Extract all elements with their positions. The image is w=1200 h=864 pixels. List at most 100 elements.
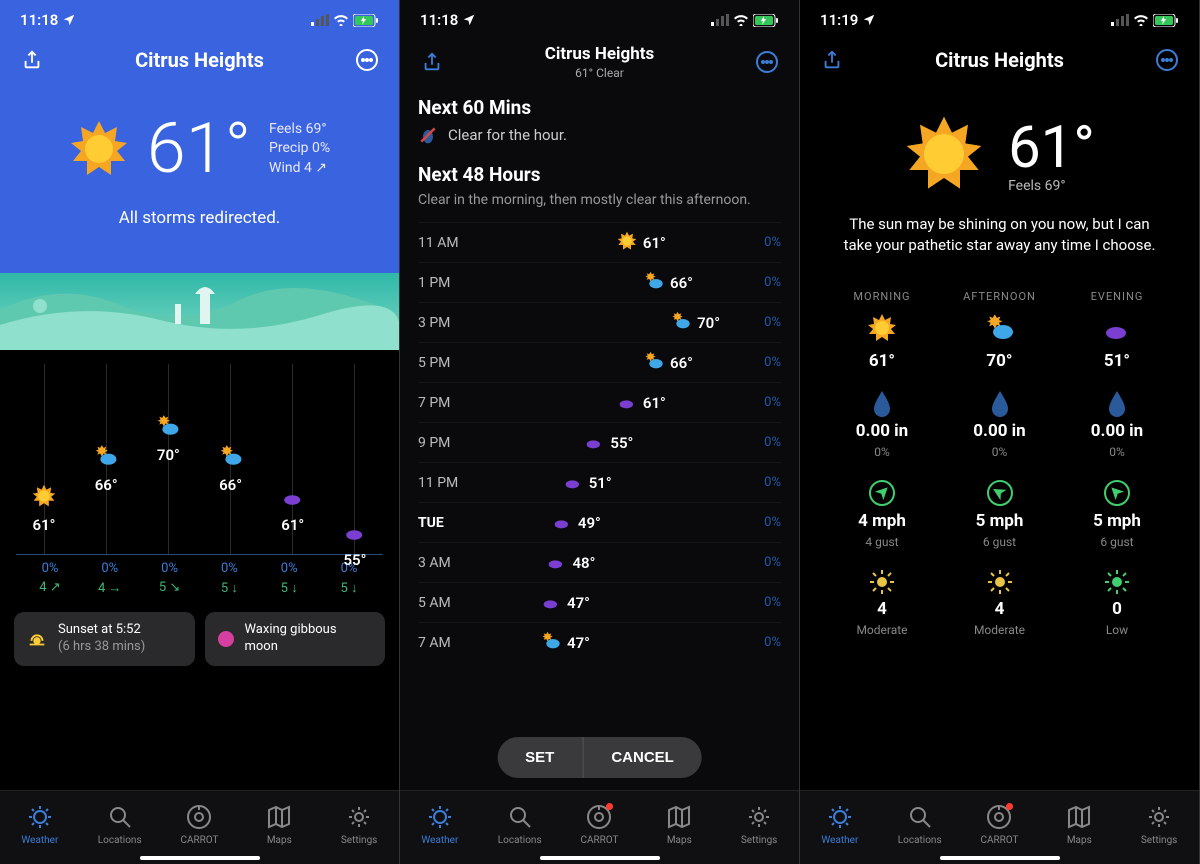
hour-precip: 0% — [142, 561, 198, 576]
daypart-grid: MORNINGAFTERNOONEVENING 61°70°51° 0.00 i… — [820, 290, 1179, 637]
tab-carrot[interactable]: CARROT — [160, 797, 240, 852]
more-button[interactable] — [1151, 44, 1183, 76]
forecast-row[interactable]: 7 PM 61° 0% — [418, 382, 781, 422]
tab-carrot[interactable]: CARROT — [560, 797, 640, 852]
weather-icon — [671, 311, 691, 335]
forecast-row[interactable]: 5 PM 66° 0% — [418, 342, 781, 382]
maps-icon — [666, 804, 692, 833]
raindrop-icon — [1106, 391, 1128, 417]
daypart-uv-cell[interactable]: 0Low — [1067, 569, 1167, 637]
more-button[interactable] — [751, 46, 783, 78]
daypart-temp-cell[interactable]: 61° — [832, 313, 932, 371]
wind-direction-icon — [986, 479, 1014, 507]
weather-icon — [541, 591, 561, 615]
row-temp: 66° — [670, 274, 693, 292]
sunset-card[interactable]: Sunset at 5:52 (6 hrs 38 mins) — [14, 612, 195, 666]
battery-icon — [1153, 14, 1179, 27]
cell-value: 4 — [877, 599, 887, 619]
row-temp: 70° — [697, 314, 720, 332]
current-conditions: 61° Feels 69° — [820, 114, 1179, 194]
row-temp: 51° — [589, 474, 612, 492]
sunset-icon — [26, 628, 48, 650]
tab-locations[interactable]: Locations — [880, 797, 960, 852]
daypart-uv-cell[interactable]: 4 Moderate — [950, 569, 1050, 637]
hour-column[interactable]: 61° — [265, 364, 321, 554]
settings-icon — [346, 804, 372, 833]
weather-icon — [281, 484, 305, 512]
status-time: 11:18 — [420, 11, 458, 29]
more-button[interactable] — [351, 44, 383, 76]
wifi-icon — [333, 14, 349, 26]
forecast-row[interactable]: 1 PM 66° 0% — [418, 262, 781, 302]
cancel-button[interactable]: CANCEL — [583, 737, 702, 778]
hour-column[interactable]: 55° — [327, 364, 383, 554]
weather-icon — [985, 313, 1015, 347]
daypart-precip-cell[interactable]: 0.00 in0% — [1067, 391, 1167, 459]
hourly-forecast[interactable]: 11 AM1 PM3 PM5 PM7 PM9 PM 61°66°70°66°61… — [0, 328, 399, 606]
daypart-wind-cell[interactable]: 5 mph6 gust — [1067, 479, 1167, 549]
weather-icon — [644, 271, 664, 295]
daypart-wind-cell[interactable]: 5 mph6 gust — [950, 479, 1050, 549]
weather-icon — [644, 351, 664, 375]
cell-value: 5 mph — [1093, 511, 1141, 531]
tab-weather[interactable]: Weather — [0, 797, 80, 852]
tab-settings[interactable]: Settings — [719, 797, 799, 852]
tab-maps[interactable]: Maps — [1039, 797, 1119, 852]
tab-label: Settings — [741, 835, 778, 846]
forecast-row[interactable]: 3 AM 48° 0% — [418, 542, 781, 582]
row-temp: 66° — [670, 354, 693, 372]
hour-column[interactable]: 66° — [78, 364, 134, 554]
tab-carrot[interactable]: CARROT — [960, 797, 1040, 852]
share-button[interactable] — [416, 46, 448, 78]
tab-maps[interactable]: Maps — [239, 797, 319, 852]
daypart-temp-cell[interactable]: 51° — [1067, 313, 1167, 371]
share-icon — [821, 49, 843, 71]
hour-column[interactable]: 70° — [140, 364, 196, 554]
tab-settings[interactable]: Settings — [1119, 797, 1199, 852]
tab-weather[interactable]: Weather — [400, 797, 480, 852]
raindrop-icon — [989, 391, 1011, 417]
hour-wind: 5 ↘ — [142, 580, 198, 596]
location-title: Citrus Heights — [448, 44, 751, 64]
wind-direction-icon — [1103, 479, 1131, 507]
hour-precip: 0% — [22, 561, 78, 576]
tab-settings[interactable]: Settings — [319, 797, 399, 852]
forecast-row[interactable]: 9 PM 55° 0% — [418, 422, 781, 462]
forecast-row[interactable]: TUE 49° 0% — [418, 502, 781, 542]
row-time: 5 AM — [418, 595, 476, 611]
forecast-row[interactable]: 3 PM 70° 0% — [418, 302, 781, 342]
no-rain-icon — [418, 125, 438, 145]
set-button[interactable]: SET — [497, 737, 582, 778]
daypart-uv-cell[interactable]: 4Moderate — [832, 569, 932, 637]
daypart-precip-cell[interactable]: 0.00 in0% — [832, 391, 932, 459]
cell-sub: Moderate — [974, 623, 1025, 637]
weather-icon — [1102, 313, 1132, 347]
moon-card[interactable]: Waxing gibbous moon — [205, 612, 386, 666]
next-60-text: Clear for the hour. — [448, 126, 567, 144]
tab-maps[interactable]: Maps — [639, 797, 719, 852]
forecast-row[interactable]: 7 AM 47° 0% — [418, 622, 781, 662]
daypart-wind-cell[interactable]: 4 mph4 gust — [832, 479, 932, 549]
hour-column[interactable]: 61° — [16, 364, 72, 554]
hour-column[interactable]: 66° — [203, 364, 259, 554]
daypart-precip-cell[interactable]: 0.00 in0% — [950, 391, 1050, 459]
home-indicator[interactable] — [540, 856, 660, 860]
tab-locations[interactable]: Locations — [80, 797, 160, 852]
home-indicator[interactable] — [140, 856, 260, 860]
wind-direction-icon — [868, 479, 896, 507]
row-time: 11 AM — [418, 235, 476, 251]
status-bar: 11:18 — [400, 0, 799, 40]
tab-locations[interactable]: Locations — [480, 797, 560, 852]
row-precip: 0% — [747, 235, 781, 250]
daypart-temp-cell[interactable]: 70° — [950, 313, 1050, 371]
tab-weather[interactable]: Weather — [800, 797, 880, 852]
forecast-row[interactable]: 11 PM 51° 0% — [418, 462, 781, 502]
forecast-row[interactable]: 5 AM 47° 0% — [418, 582, 781, 622]
forecast-row[interactable]: 11 AM 61° 0% — [418, 222, 781, 262]
cell-value: 4 — [995, 599, 1005, 619]
share-button[interactable] — [16, 44, 48, 76]
location-subtitle: 61° Clear — [448, 66, 751, 80]
screen-3: 11:19 Citrus Heights 61° Feels 69° — [800, 0, 1200, 864]
share-button[interactable] — [816, 44, 848, 76]
home-indicator[interactable] — [940, 856, 1060, 860]
